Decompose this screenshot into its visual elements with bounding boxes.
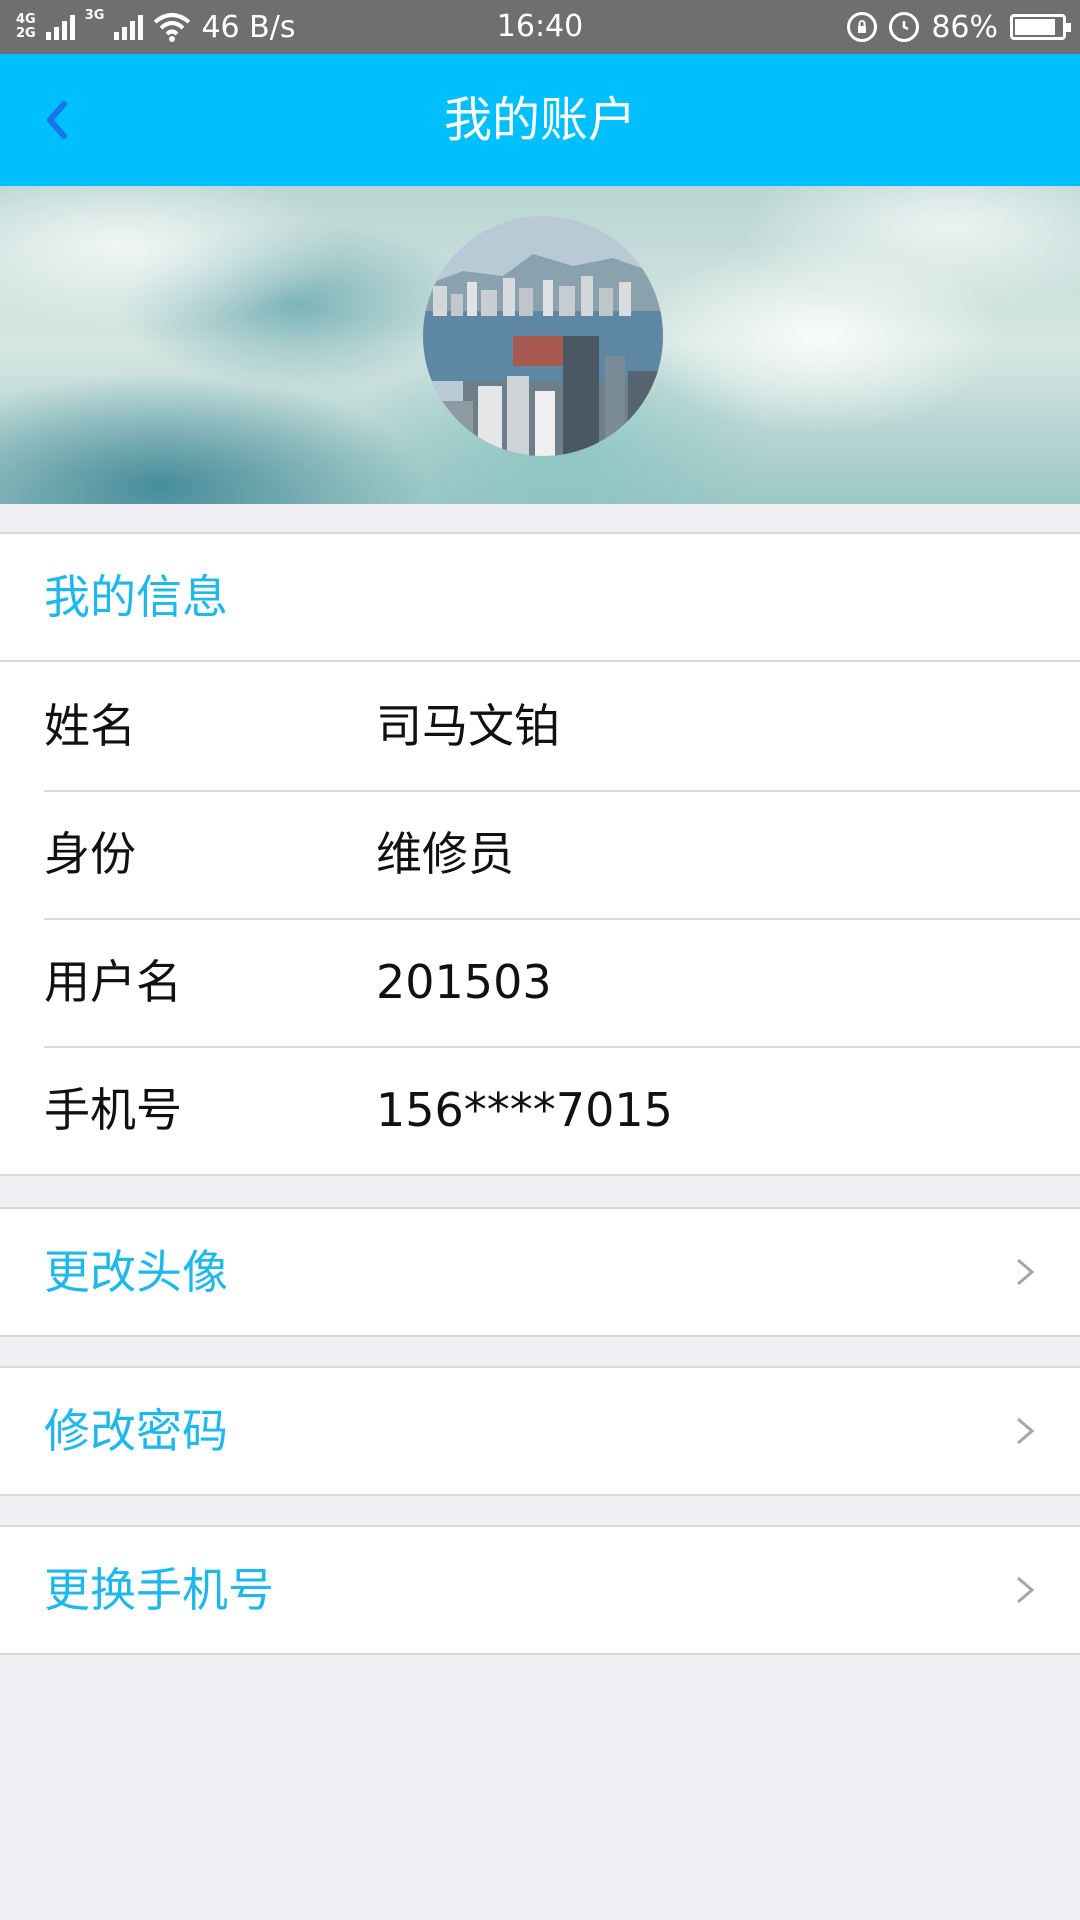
info-value-role: 维修员 bbox=[376, 827, 514, 881]
app-bar: 我的账户 bbox=[0, 54, 1080, 186]
profile-banner bbox=[0, 186, 1080, 504]
info-section-title: 我的信息 bbox=[0, 534, 1080, 662]
info-value-name: 司马文铂 bbox=[376, 699, 560, 753]
info-label-role: 身份 bbox=[44, 827, 136, 881]
info-label-name: 姓名 bbox=[44, 699, 136, 753]
info-value-phone: 156****7015 bbox=[376, 1083, 673, 1137]
avatar-image bbox=[423, 216, 663, 456]
change-avatar-button[interactable]: 更改头像 bbox=[0, 1207, 1080, 1337]
info-section: 我的信息 姓名 司马文铂 身份 维修员 用户名 201503 手机号 156**… bbox=[0, 532, 1080, 1176]
change-phone-label: 更换手机号 bbox=[44, 1563, 274, 1617]
status-right: 86% bbox=[847, 0, 1071, 54]
info-value-username: 201503 bbox=[376, 955, 552, 1009]
alarm-icon bbox=[889, 12, 920, 42]
info-row-role: 身份 维修员 bbox=[0, 790, 1080, 918]
chevron-right-icon bbox=[1017, 1576, 1035, 1604]
change-avatar-label: 更改头像 bbox=[44, 1245, 228, 1299]
avatar[interactable] bbox=[423, 216, 663, 456]
info-row-username: 用户名 201503 bbox=[0, 918, 1080, 1046]
info-label-username: 用户名 bbox=[44, 955, 182, 1009]
change-password-label: 修改密码 bbox=[44, 1404, 228, 1458]
page-title: 我的账户 bbox=[443, 92, 636, 148]
battery-fill bbox=[1015, 19, 1055, 35]
change-password-button[interactable]: 修改密码 bbox=[0, 1366, 1080, 1496]
battery-icon bbox=[1010, 14, 1071, 40]
battery-percent: 86% bbox=[931, 9, 998, 45]
status-bar: 4G 2G 3G 46 B/s 16:40 86% bbox=[0, 0, 1080, 54]
chevron-right-icon bbox=[1017, 1417, 1035, 1445]
change-phone-button[interactable]: 更换手机号 bbox=[0, 1525, 1080, 1655]
chevron-right-icon bbox=[1017, 1258, 1035, 1286]
info-row-phone: 手机号 156****7015 bbox=[0, 1046, 1080, 1174]
info-label-phone: 手机号 bbox=[44, 1083, 182, 1137]
info-row-name: 姓名 司马文铂 bbox=[0, 662, 1080, 790]
rotation-lock-icon bbox=[847, 12, 878, 42]
